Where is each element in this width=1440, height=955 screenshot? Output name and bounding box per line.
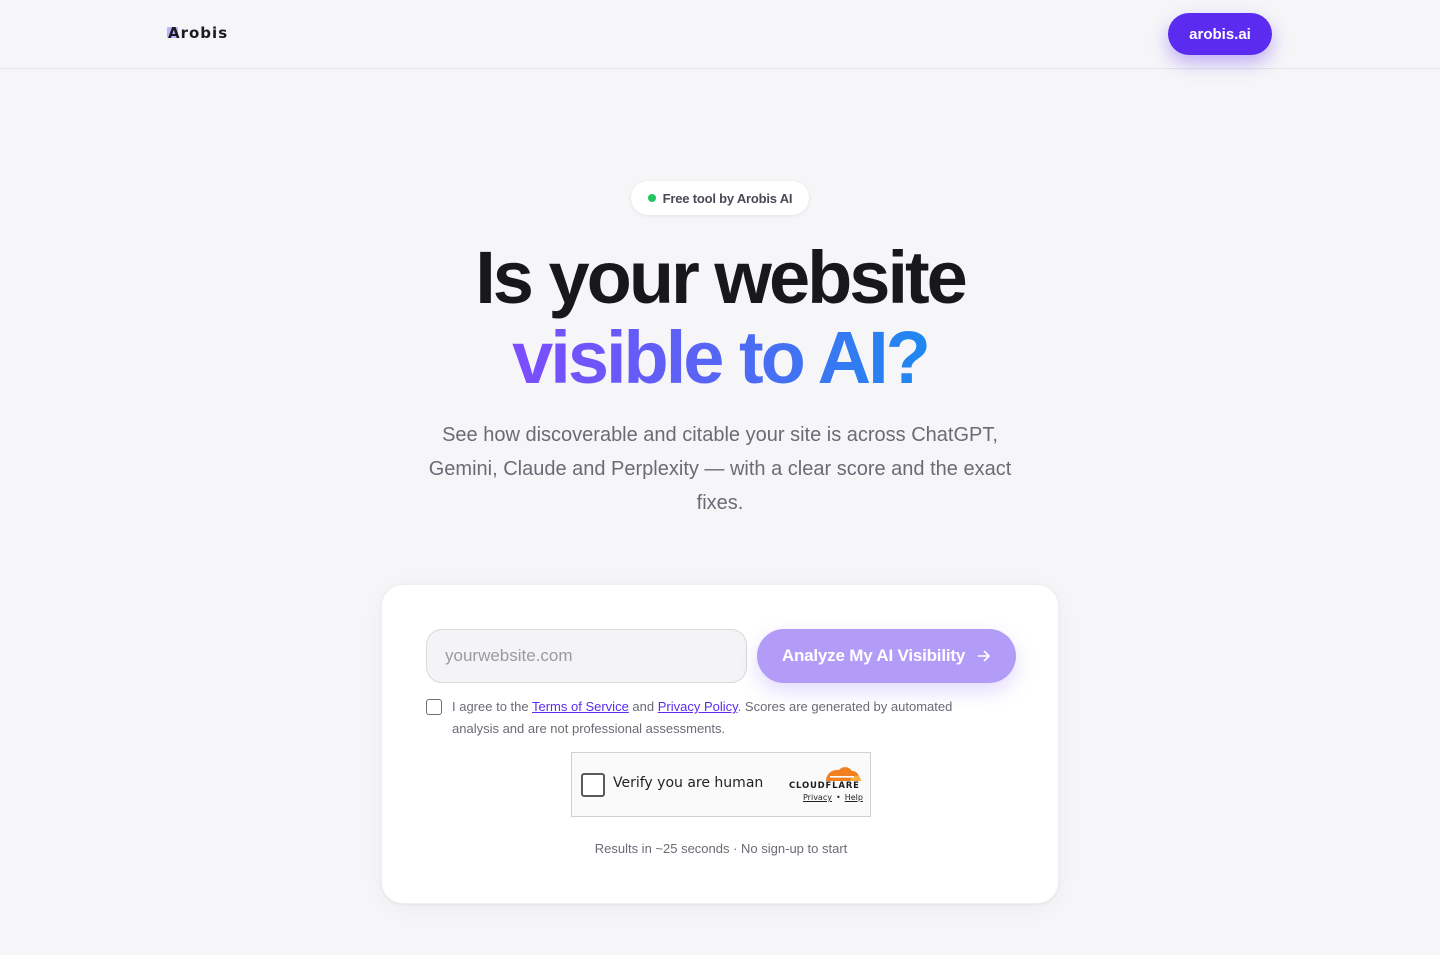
headline-line-2: visible to AI? [512, 316, 931, 399]
captcha-checkbox[interactable] [581, 773, 605, 797]
results-footnote: Results in ~25 seconds · No sign-up to s… [594, 841, 848, 856]
logo-mark: Arobis [166, 24, 229, 42]
logo-text: Arobis [168, 24, 229, 42]
arobis-site-button[interactable]: arobis.ai [1168, 13, 1272, 55]
captcha-label: Verify you are human [613, 775, 764, 791]
analyze-button[interactable]: Analyze My AI Visibility [757, 629, 1016, 683]
agree-prefix: I agree to the [452, 699, 532, 714]
arrow-right-icon [977, 650, 990, 662]
headline-line-1: Is your website [475, 236, 968, 319]
badge-text: Free tool by Arobis AI [662, 190, 793, 206]
analyze-button-label: Analyze My AI Visibility [781, 646, 966, 665]
cloudflare-wordmark: CLOUDFLARE [789, 781, 860, 791]
captcha-links: Privacy • Help [803, 793, 863, 802]
page-headline: Is your website visible to AI? [0, 238, 1440, 398]
website-url-input[interactable] [426, 629, 747, 683]
agree-and: and [628, 699, 658, 714]
hero-subtitle: See how discoverable and citable your si… [428, 424, 1012, 514]
captcha-link-separator: • [835, 793, 841, 802]
captcha-widget: Verify you are human CLOUDFLARE Privacy … [571, 752, 871, 817]
terms-of-service-link[interactable]: Terms of Service [532, 699, 629, 714]
terms-checkbox[interactable] [426, 699, 442, 715]
status-dot-icon [647, 194, 656, 202]
captcha-help-link[interactable]: Help [845, 793, 863, 802]
site-header: Arobis arobis.ai [0, 0, 1440, 69]
privacy-policy-link[interactable]: Privacy Policy [658, 699, 738, 714]
captcha-privacy-link[interactable]: Privacy [803, 793, 832, 802]
analyze-card: Analyze My AI Visibility I agree to the … [381, 584, 1059, 904]
free-tool-badge: Free tool by Arobis AI [631, 181, 809, 215]
logo[interactable]: Arobis [166, 24, 229, 42]
terms-agreement-text: I agree to the Terms of Service and Priv… [452, 696, 992, 740]
